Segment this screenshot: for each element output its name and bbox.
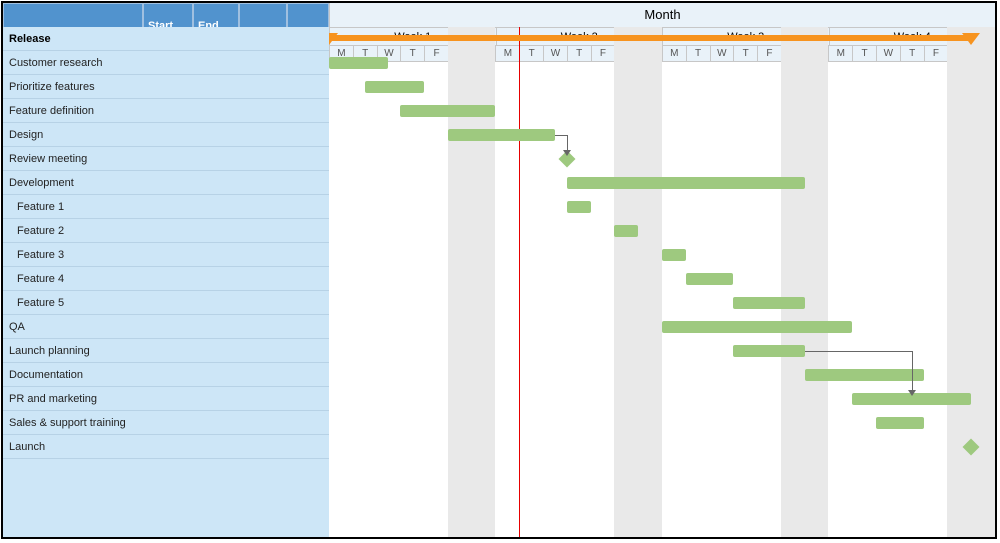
bar-row-6 [329,171,995,195]
summary-cap-right [962,33,980,45]
task-bar-9[interactable] [662,249,686,261]
header-row-1: Release Start date End date Duration Sta… [3,3,995,27]
dep-h-1 [805,351,912,352]
task-bar-11[interactable] [733,297,804,309]
task-row-7[interactable]: Feature 1 [3,195,329,219]
task-name-2: Prioritize features [3,81,329,93]
month-label: Month [644,7,680,22]
chart-body: Release Customer research Prioritize featu… [3,27,995,537]
task-name-14: Documentation [3,369,329,381]
task-name-15: PR and marketing [3,393,329,405]
task-name-17: Launch [3,441,329,453]
bar-row-2 [329,75,995,99]
task-row-4[interactable]: Design [3,123,329,147]
task-bar-6[interactable] [567,177,805,189]
task-row-11[interactable]: Feature 5 [3,291,329,315]
bar-row-5 [329,147,995,171]
task-name-11: Feature 5 [3,297,329,309]
task-name-0: Release [3,33,329,45]
summary-cap-left [329,33,338,45]
bar-row-4 [329,123,995,147]
task-row-2[interactable]: Prioritize features [3,75,329,99]
bar-row-17 [329,435,995,459]
task-bar-12[interactable] [662,321,852,333]
bar-row-8 [329,219,995,243]
dep-arrow-1 [908,390,916,396]
task-bar-4[interactable] [448,129,555,141]
task-row-16[interactable]: Sales & support training [3,411,329,435]
bar-row-1 [329,51,995,75]
bar-row-12 [329,315,995,339]
bar-row-7 [329,195,995,219]
timeline-panel[interactable] [329,27,995,537]
bar-row-14 [329,363,995,387]
task-row-6[interactable]: Development [3,171,329,195]
bar-row-9 [329,243,995,267]
bar-row-16 [329,411,995,435]
task-row-13[interactable]: Launch planning [3,339,329,363]
dep-v-1 [912,351,913,392]
task-name-16: Sales & support training [3,417,329,429]
timeline-header: Month Week 1Week 2Week 3Week 4 MTWTFSSMT… [329,3,995,27]
task-row-10[interactable]: Feature 4 [3,267,329,291]
task-name-10: Feature 4 [3,273,329,285]
bar-row-15 [329,387,995,411]
task-row-5[interactable]: Review meeting [3,147,329,171]
task-name-5: Review meeting [3,153,329,165]
task-bar-2[interactable] [365,81,424,93]
month-header: Month [329,3,995,28]
bar-row-10 [329,267,995,291]
task-name-4: Design [3,129,329,141]
task-row-0[interactable]: Release [3,27,329,51]
task-bar-3[interactable] [400,105,495,117]
task-name-7: Feature 1 [3,201,329,213]
task-row-9[interactable]: Feature 3 [3,243,329,267]
task-row-12[interactable]: QA [3,315,329,339]
task-bar-1[interactable] [329,57,388,69]
milestone-17[interactable] [963,439,980,456]
task-row-1[interactable]: Customer research [3,51,329,75]
task-bar-10[interactable] [686,273,734,285]
task-name-3: Feature definition [3,105,329,117]
dep-h-0 [555,135,567,136]
task-bar-14[interactable] [805,369,924,381]
task-name-9: Feature 3 [3,249,329,261]
summary-bar[interactable] [329,35,971,41]
task-row-15[interactable]: PR and marketing [3,387,329,411]
task-row-3[interactable]: Feature definition [3,99,329,123]
task-name-8: Feature 2 [3,225,329,237]
task-bar-13[interactable] [733,345,804,357]
dep-arrow-0 [563,150,571,156]
task-bar-8[interactable] [614,225,638,237]
task-row-14[interactable]: Documentation [3,363,329,387]
task-row-8[interactable]: Feature 2 [3,219,329,243]
task-name-6: Development [3,177,329,189]
task-panel: Release Customer research Prioritize featu… [3,27,329,537]
bar-row-0 [329,27,995,51]
gantt-chart-frame: Release Start date End date Duration Sta… [1,1,997,539]
task-name-12: QA [3,321,329,333]
task-bar-16[interactable] [876,417,924,429]
task-name-13: Launch planning [3,345,329,357]
task-bar-7[interactable] [567,201,591,213]
task-row-17[interactable]: Launch [3,435,329,459]
task-name-1: Customer research [3,57,329,69]
bar-row-3 [329,99,995,123]
bar-row-11 [329,291,995,315]
